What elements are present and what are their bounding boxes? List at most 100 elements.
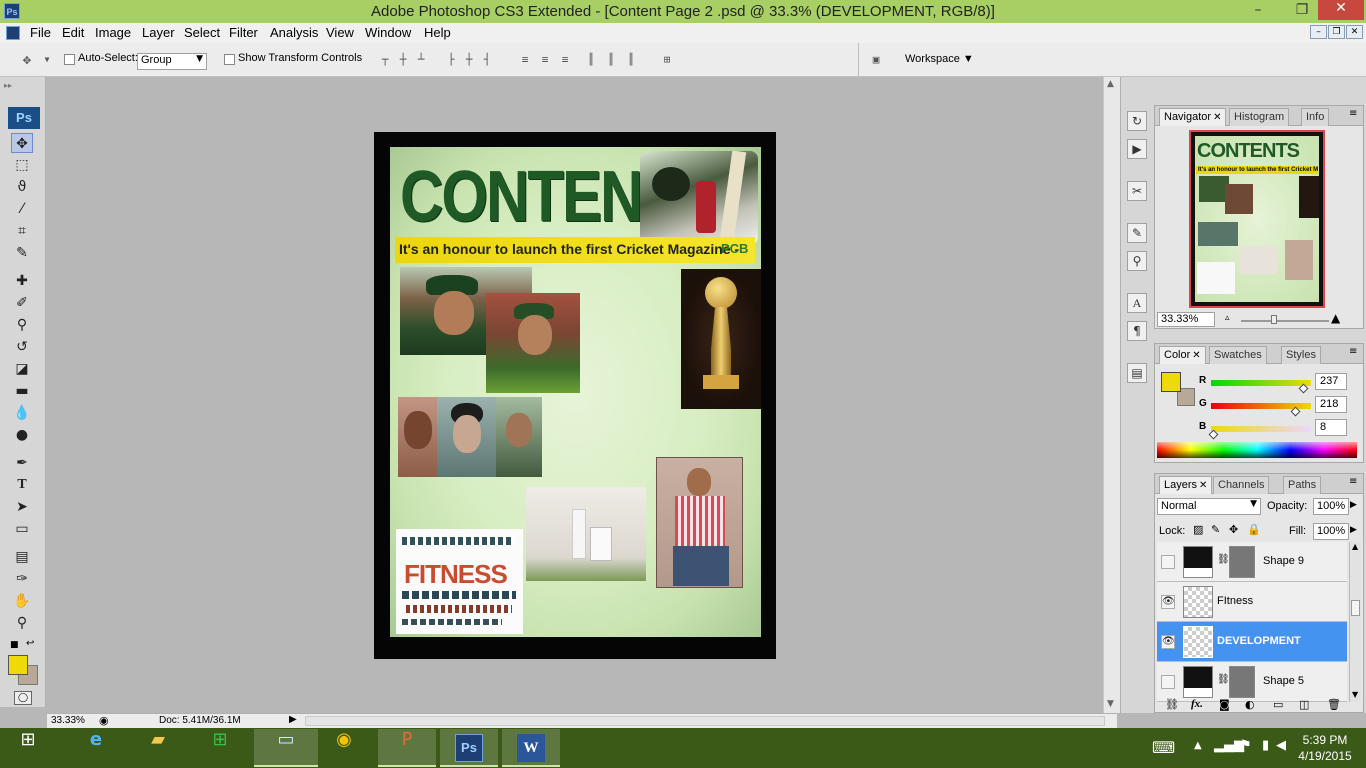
vertical-scrollbar[interactable]: ▲ ▼ [1103,77,1120,713]
eyedropper-tool[interactable]: ✑ [11,569,33,589]
distribute-bottom-icon[interactable]: ≡ [558,53,572,67]
menu-filter[interactable]: Filter [229,25,258,40]
path-selection-tool[interactable]: ➤ [11,497,33,517]
menu-view[interactable]: View [326,25,354,40]
menu-select[interactable]: Select [184,25,220,40]
menu-help[interactable]: Help [424,25,451,40]
photoshop-taskbar-icon[interactable]: Ps [440,729,498,767]
align-top-icon[interactable]: ┬ [378,53,392,67]
visibility-toggle[interactable]: 👁 [1161,595,1175,609]
zoom-level[interactable]: 33.33% [51,715,85,726]
blur-tool[interactable]: 💧 [11,403,33,423]
layer-row[interactable]: ⛓ Shape 9 [1157,542,1347,582]
adjustment-icon[interactable]: ◐ [1245,698,1255,711]
tab-channels[interactable]: Channels [1213,476,1270,494]
tab-info[interactable]: Info [1301,108,1330,126]
visibility-toggle[interactable]: 👁 [1161,635,1175,649]
file-explorer-icon[interactable]: ▰ [130,729,186,767]
navigator-preview[interactable]: CONTENTS It's an honour to launch the fi… [1189,130,1325,308]
panel-menu-icon[interactable]: ≡ [1349,108,1357,119]
tab-navigator[interactable]: Navigator ✕ [1159,108,1227,126]
layer-row[interactable]: 👁 FItness [1157,582,1347,622]
align-left-icon[interactable]: ├ [444,53,458,67]
red-value-input[interactable]: 237 [1315,373,1347,390]
history-brush-tool[interactable]: ↺ [11,337,33,357]
menu-edit[interactable]: Edit [62,25,84,40]
distribute-vcenter-icon[interactable]: ≡ [538,53,552,67]
paragraph-panel-icon[interactable]: ¶ [1127,321,1147,341]
layer-row-selected[interactable]: 👁 DEVELOPMENT [1157,622,1347,662]
eraser-tool[interactable]: ◪ [11,359,33,379]
zoom-tool[interactable]: ⚲ [11,613,33,633]
distribute-left-icon[interactable]: ║ [584,53,598,67]
slice-tool[interactable]: ✎ [11,243,33,263]
magic-wand-tool[interactable]: ⁄ [11,199,33,219]
pen-tool[interactable]: ✒ [11,453,33,473]
menu-image[interactable]: Image [95,25,131,40]
quick-mask-icon[interactable]: ◯ [14,691,32,705]
lock-all-icon[interactable]: 🔒 [1247,523,1261,536]
shape-tool[interactable]: ▭ [11,519,33,539]
opacity-input[interactable]: 100% [1313,498,1349,515]
new-layer-icon[interactable]: ◫ [1299,698,1309,711]
battery-icon[interactable]: ▮ [1262,738,1269,753]
fill-input[interactable]: 100% [1313,523,1349,540]
chrome-icon[interactable]: ◉ [316,729,372,767]
panel-menu-icon[interactable]: ≡ [1349,476,1357,487]
distribute-top-icon[interactable]: ≡ [518,53,532,67]
toolbox-collapse-icon[interactable]: ▸▸ [0,81,46,91]
distribute-hcenter-icon[interactable]: ║ [604,53,618,67]
tab-styles[interactable]: Styles [1281,346,1321,364]
word-icon[interactable]: W [502,729,560,767]
menu-analysis[interactable]: Analysis [270,25,318,40]
swap-colors-icon[interactable]: ↩ [26,638,34,649]
fill-expand-icon[interactable]: ▶ [1350,525,1357,535]
layers-scroll-thumb[interactable] [1351,600,1360,616]
chevron-down-icon[interactable]: ▼ [40,53,54,67]
maximize-button[interactable]: ❐ [1284,0,1320,20]
lock-position-icon[interactable]: ✥ [1229,523,1238,536]
doc-close-button[interactable]: ✕ [1346,25,1363,39]
document-icon[interactable] [6,26,20,40]
character-panel-icon[interactable]: A [1127,293,1147,313]
color-spectrum-bar[interactable] [1157,442,1357,458]
powerpoint-icon[interactable]: P [378,729,436,767]
doc-minimize-button[interactable]: – [1310,25,1327,39]
fx-icon[interactable]: fx. [1191,698,1203,710]
crop-tool[interactable]: ⌗ [11,221,33,241]
show-transform-checkbox[interactable] [224,54,235,65]
lock-pixels-icon[interactable]: ✎ [1211,523,1220,536]
zoom-in-icon[interactable]: ▲ [1331,311,1340,325]
align-vcenter-icon[interactable]: ┼ [396,53,410,67]
dodge-tool[interactable]: ● [11,425,33,445]
magazine-page[interactable]: CONTENTS It's an honour to launch the fi… [390,147,761,637]
scroll-up-icon[interactable]: ▲ [1352,542,1358,551]
scroll-up-icon[interactable]: ▲ [1107,79,1114,89]
hand-tool[interactable]: ✋ [11,591,33,611]
navigator-zoom-input[interactable]: 33.33% [1157,312,1215,327]
zoom-out-icon[interactable]: ▵ [1225,313,1230,323]
tool-presets-icon[interactable]: ✂ [1127,181,1147,201]
visibility-toggle[interactable] [1161,555,1175,569]
marquee-tool[interactable]: ⬚ [11,155,33,175]
lock-transparent-icon[interactable]: ▨ [1193,523,1203,536]
link-layers-icon[interactable]: ⛓ [1165,698,1179,711]
store-icon[interactable]: ⊞ [192,729,248,767]
move-tool-preset-icon[interactable]: ✥ [16,53,38,67]
windows-start-icon[interactable]: ⊞ [0,729,56,767]
blend-mode-dropdown[interactable]: Normal ▼ [1157,498,1261,515]
align-right-icon[interactable]: ┤ [480,53,494,67]
mask-icon[interactable]: ◙ [1219,698,1230,711]
close-button[interactable]: ✕ [1318,0,1364,20]
visibility-toggle[interactable] [1161,675,1175,689]
layer-row[interactable]: ⛓ Shape 5 [1157,662,1347,702]
workspace-menu[interactable]: Workspace ▼ [905,53,974,65]
blue-value-input[interactable]: 8 [1315,419,1347,436]
red-track[interactable] [1211,380,1311,386]
status-menu-icon[interactable]: ◉ [99,714,109,727]
doc-restore-button[interactable]: ❐ [1328,25,1345,39]
system-clock[interactable]: 5:39 PM 4/19/2015 [1290,732,1360,764]
flag-icon[interactable]: ⚑ [1240,738,1252,753]
opacity-expand-icon[interactable]: ▶ [1350,500,1357,510]
clone-stamp-tool[interactable]: ⚲ [11,315,33,335]
